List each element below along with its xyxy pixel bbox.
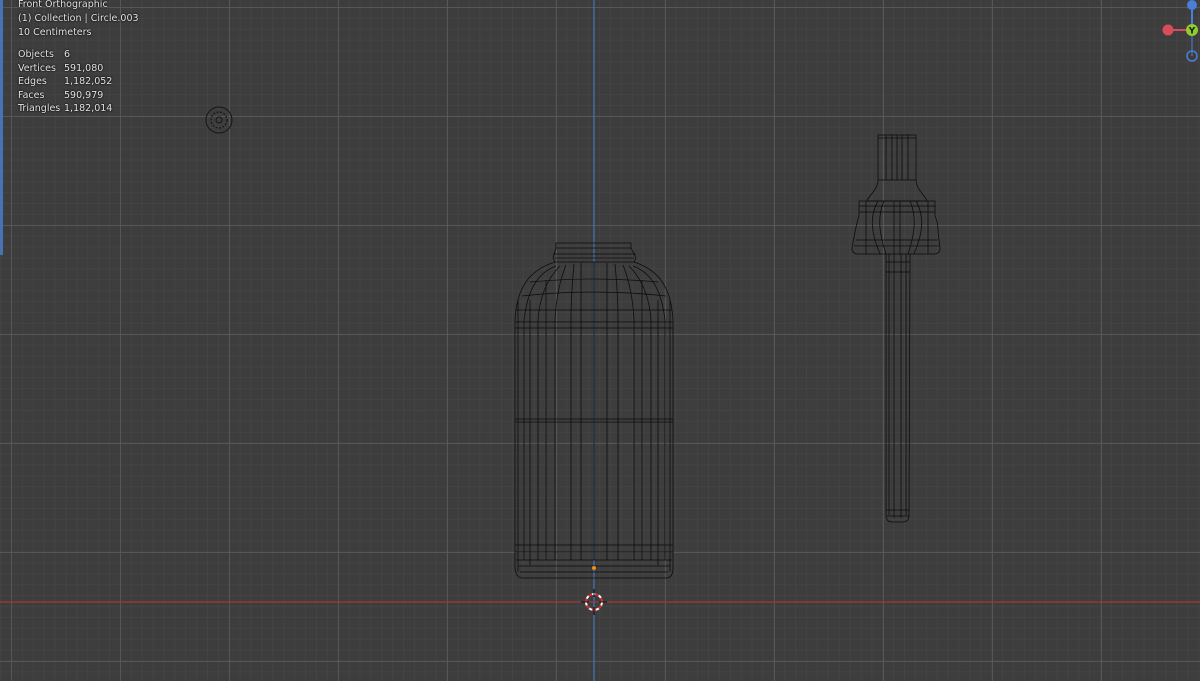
3d-viewport[interactable]: Y Front Orthographic (1) Collection | Ci… [0,0,1200,681]
origin-point[interactable] [592,566,596,570]
gizmo-x-axis[interactable] [1162,24,1174,36]
stat-label: Triangles [18,103,61,115]
stat-value: 591,080 [64,62,104,74]
stat-label: Objects [18,49,54,61]
statistics-overlay: Objects 6 Vertices 591,080 Edges 1,182,0… [18,48,112,116]
scale-info: 10 Centimeters [18,27,92,38]
stat-label: Faces [18,89,45,101]
stat-value: 6 [64,49,71,61]
stat-row-triangles: Triangles 1,182,014 [18,102,112,116]
stat-value: 590,979 [64,89,104,101]
stat-row-objects: Objects 6 [18,48,112,62]
collection-info: (1) Collection | Circle.003 [18,13,139,24]
scene-canvas[interactable] [0,0,1200,681]
view-name: Front Orthographic [18,0,108,10]
dropper-mesh[interactable] [851,134,941,523]
navigation-gizmo-icon[interactable]: Y [1160,0,1200,64]
stat-row-vertices: Vertices 591,080 [18,62,112,76]
stat-row-edges: Edges 1,182,052 [18,75,112,89]
stat-value: 1,182,052 [64,76,113,88]
stat-label: Edges [18,76,47,88]
gizmo-z-axis[interactable] [1187,0,1197,10]
stat-value: 1,182,014 [64,103,113,115]
bottle-mesh[interactable] [514,242,674,579]
light-object-icon[interactable] [205,106,233,134]
gizmo-y-label: Y [1188,27,1196,37]
stat-label: Vertices [18,62,56,74]
stat-row-faces: Faces 590,979 [18,89,112,103]
